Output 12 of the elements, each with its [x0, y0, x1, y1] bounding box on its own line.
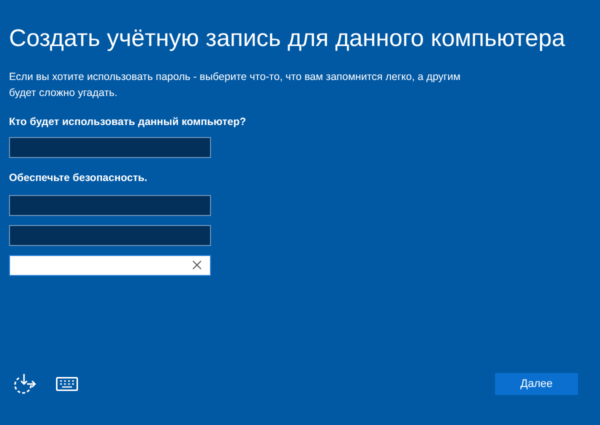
- input-field[interactable]: [9, 224, 211, 246]
- page-title: Создать учётную запись для данного компьютера: [9, 24, 566, 54]
- field-label: Обеспечьте безопасность.: [9, 170, 148, 186]
- input-field[interactable]: [9, 136, 211, 158]
- description: Если вы хотите использовать пароль - выберите что-то, что вам запомнится легко, а другим будет сложно угадать.: [9, 70, 462, 101]
- next-button[interactable]: Далее: [495, 373, 578, 395]
- field-label: Кто будет использовать данный компьютер?: [9, 115, 248, 130]
- accessibility-icon[interactable]: [13, 373, 37, 395]
- input-field[interactable]: [9, 194, 211, 216]
- close-icon[interactable]: [192, 260, 202, 270]
- keyboard-icon[interactable]: [56, 377, 78, 391]
- input-field[interactable]: [9, 254, 211, 276]
